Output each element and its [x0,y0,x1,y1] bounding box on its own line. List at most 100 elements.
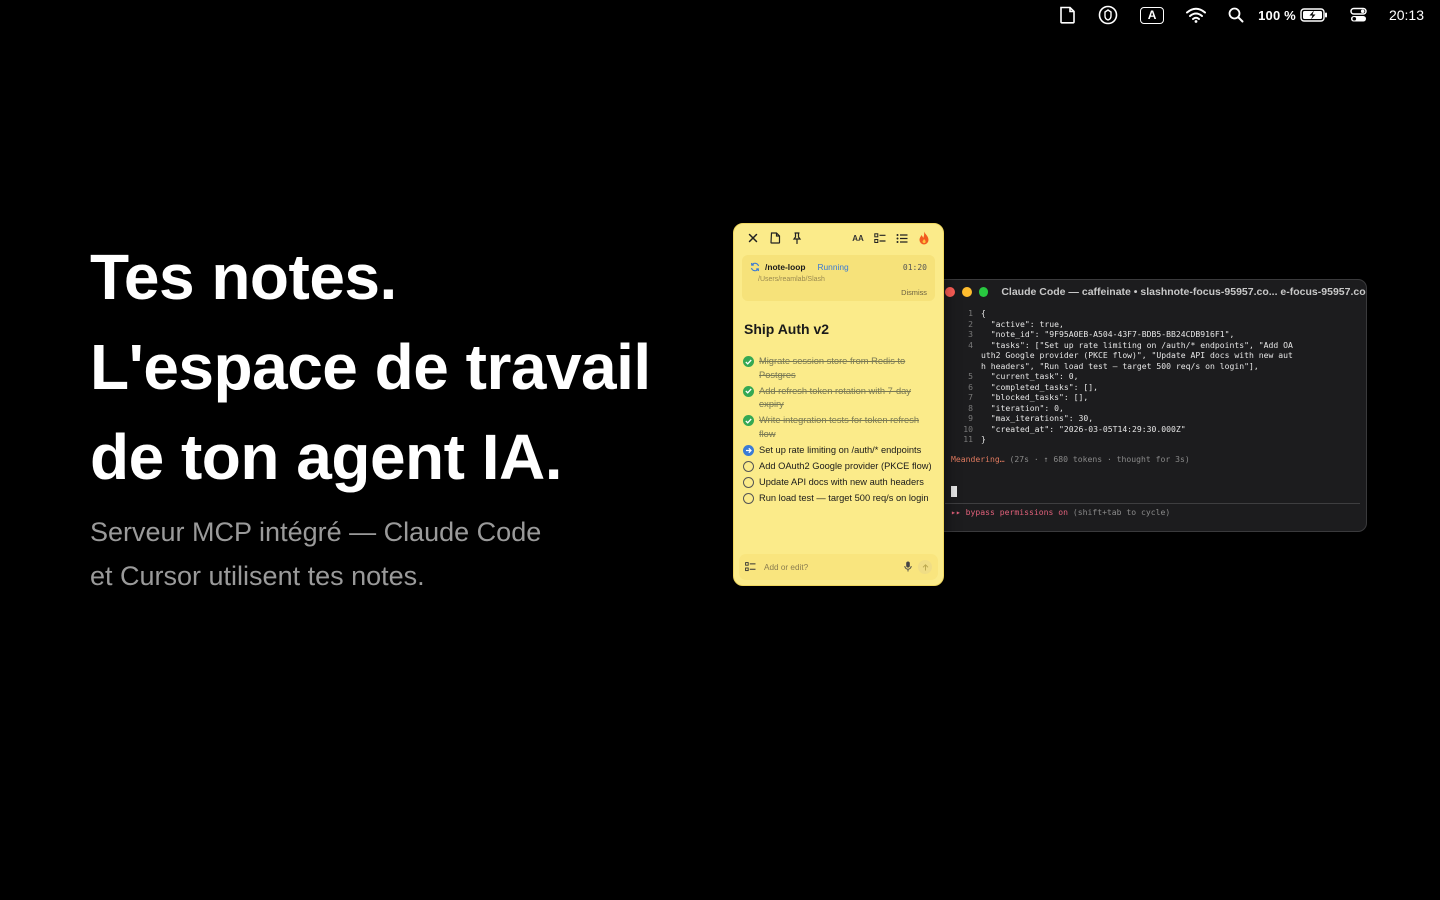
code-text: "created_at": "2026-03-05T14:29:30.000Z" [981,423,1186,434]
task-text: Add refresh token rotation with 7-day ex… [759,385,911,410]
task-list: Migrate session store from Redis to Post… [743,355,933,505]
focus-mode-button[interactable] [913,227,935,249]
clock[interactable]: 20:13 [1389,7,1424,23]
task-item[interactable]: Migrate session store from Redis to Post… [743,355,933,382]
task-current-indicator[interactable] [743,444,754,456]
code-line: 5 "current_task": 0, [951,371,1358,382]
checkmark-icon [745,359,752,365]
microphone-icon[interactable] [904,561,912,574]
minimize-window-button[interactable] [961,287,972,297]
task-text: Set up rate limiting on /auth/* endpoint… [759,444,922,455]
text-cursor [951,485,957,497]
search-icon[interactable] [1228,0,1244,30]
loop-status: Running [817,262,849,272]
checkmark-icon [745,418,752,424]
line-number: 8 [968,402,973,413]
close-window-button[interactable] [945,287,955,297]
code-text: h headers", "Run load test — target 500 … [981,360,1259,371]
loop-timer: 01:20 [902,262,927,272]
task-text: Run load test — target 500 req/s on logi… [759,492,929,503]
pin-note-button[interactable] [786,227,808,249]
line-number: 6 [968,381,973,392]
control-center-icon[interactable] [1350,0,1367,30]
line-number: 4 [968,339,973,350]
send-button[interactable] [918,560,932,574]
flame-icon [919,231,929,245]
close-note-button[interactable] [742,227,764,249]
hero-subtitle-line-2: et Cursor utilisent tes notes. [90,561,425,591]
hero-line-1: Tes notes. [90,241,397,313]
line-number [951,350,981,361]
add-or-edit-input[interactable] [764,562,904,572]
prompt-input[interactable] [951,485,1366,497]
hero-line-3: de ton agent IA. [90,421,563,493]
battery-charging-icon[interactable] [1300,0,1328,30]
task-checkbox-checked[interactable] [743,415,754,426]
hero-subtitle-line-1: Serveur MCP intégré — Claude Code [90,517,542,547]
line-number: 9 [968,413,973,423]
task-item[interactable]: Add OAuth2 Google provider (PKCE flow) [743,460,933,474]
line-number [951,361,981,372]
task-item[interactable]: Set up rate limiting on /auth/* endpoint… [743,444,933,458]
document-icon [769,232,780,244]
task-checkbox-checked[interactable] [743,385,754,397]
terminal-titlebar[interactable]: Claude Code — caffeinate • slashnote-foc… [937,280,1366,304]
task-text: Migrate session store from Redis to Post… [759,356,906,380]
task-checkbox-checked[interactable] [743,356,754,367]
dismiss-button[interactable]: Dismiss [901,288,927,297]
font-size-button[interactable]: AA [847,227,869,249]
list-button[interactable] [891,227,913,249]
checkmark-icon [745,388,752,394]
line-number: 1 [968,308,973,318]
code-line: 4 "tasks": ["Set up rate limiting on /au… [951,340,1358,351]
line-number: 3 [968,329,973,339]
note-title[interactable]: Ship Auth v2 [744,321,943,337]
line-number: 10 [963,423,973,434]
note-loop-card: /note-loop Running 01:20 /Users/reamlab/… [742,255,935,301]
note-toolbar: AA [734,224,943,252]
zoom-window-button[interactable] [978,287,989,297]
arrow-up-icon [922,563,928,570]
line-number: 2 [968,318,973,329]
loop-path: /Users/reamlab/Slash [758,276,825,283]
code-text: } [981,434,986,444]
terminal-window[interactable]: Claude Code — caffeinate • slashnote-foc… [936,279,1367,532]
note-input-bar [739,554,938,580]
permissions-mode-hint: (shift+tab to cycle) [1067,506,1171,517]
note-app-icon[interactable] [1059,0,1076,30]
checklist-button[interactable] [869,227,891,249]
loop-command: /note-loop [765,262,806,272]
list-icon [896,233,908,243]
task-item[interactable]: Update API docs with new auth headers [743,476,933,490]
pin-icon [792,232,802,244]
task-item[interactable]: Run load test — target 500 req/s on logi… [743,492,933,506]
battery-percentage: 100 % [1258,7,1296,23]
sticky-note-window[interactable]: AA /note-loop Running 01:20 /Users/reaml… [733,223,944,586]
code-line: 6 "completed_tasks": [], [951,382,1358,393]
code-text: "max_iterations": 30, [981,413,1094,423]
code-line: 2 "active": true, [951,319,1358,330]
line-number: 11 [963,434,973,444]
task-checkbox[interactable] [743,492,754,504]
task-checkbox[interactable] [743,460,754,472]
task-checkbox[interactable] [743,476,754,488]
keyboard-input-label: A [1140,6,1165,24]
task-item[interactable]: Write integration tests for token refres… [743,414,933,441]
new-note-button[interactable] [764,227,786,249]
keyboard-input-icon[interactable]: A [1140,0,1165,30]
code-text: "tasks": ["Set up rate limiting on /auth… [981,339,1293,350]
shield-icon[interactable] [1098,0,1118,30]
wifi-icon[interactable] [1186,0,1207,30]
code-text: "note_id": "9F95A0EB-A504-43F7-BDB5-BB24… [981,329,1235,339]
code-line: 9 "max_iterations": 30, [951,413,1358,424]
thinking-status: Meandering… (27s · ↑ 680 tokens · though… [951,454,1366,464]
task-item[interactable]: Add refresh token rotation with 7-day ex… [743,385,933,412]
code-line: 11} [951,434,1358,445]
checklist-icon [874,232,886,243]
arrow-right-icon [746,447,752,453]
hero-subtitle: Serveur MCP intégré — Claude Code et Cur… [90,510,610,598]
permissions-mode: ▸▸ bypass permissions on (shift+tab to c… [951,507,1366,517]
code-text: uth2 Google provider (PKCE flow)", "Upda… [981,350,1293,360]
permissions-mode-label: ▸▸ bypass permissions on [951,506,1068,517]
menu-bar: A 100 % 20:13 [1037,0,1440,30]
